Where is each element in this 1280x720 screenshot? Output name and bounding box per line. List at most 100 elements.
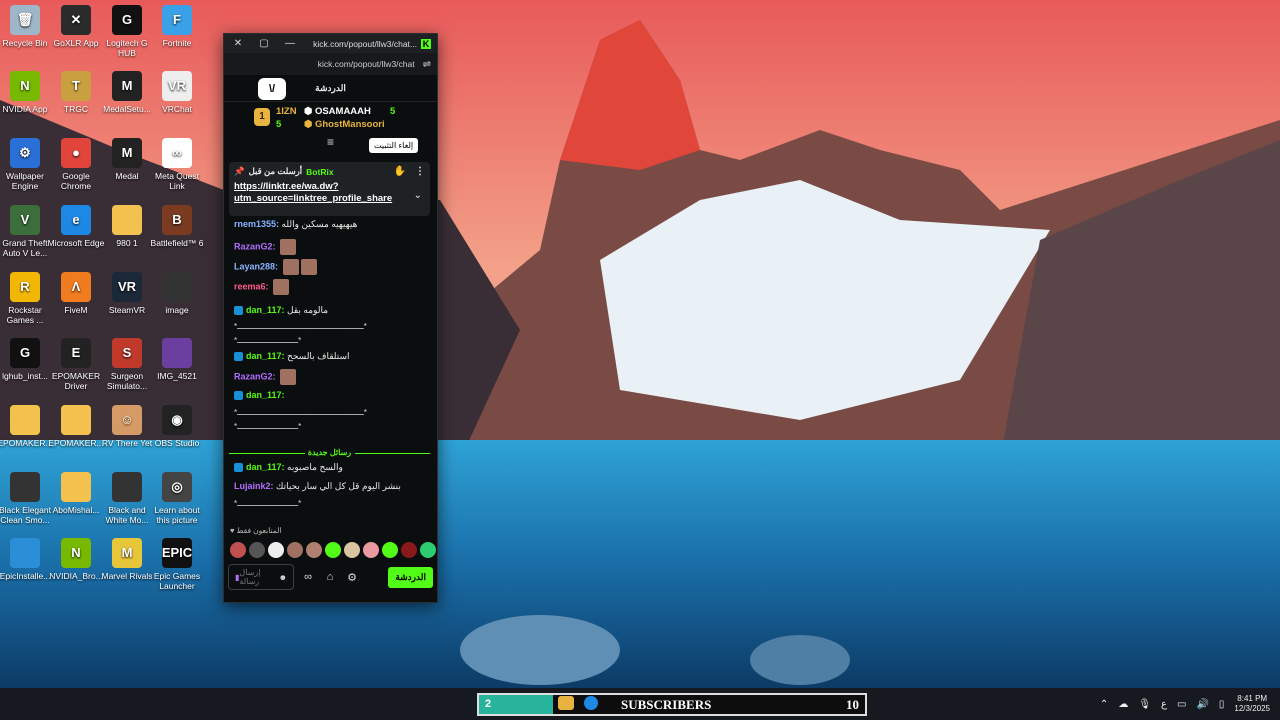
desktop-shortcut[interactable]: R Rockstar Games ... (0, 272, 54, 325)
emote[interactable] (420, 542, 436, 558)
emote-picker-icon[interactable]: ∞ (300, 571, 316, 583)
desktop-shortcut[interactable]: ⚙ Wallpaper Engine (0, 138, 54, 191)
site-settings-icon[interactable]: ⇌ (423, 59, 431, 70)
chat-username[interactable]: rnem1355: (234, 219, 279, 229)
pinned-link[interactable]: https://linktr.ee/wa.dw? utm_source=link… (234, 181, 425, 205)
chat-message: *ــــــــــــــــــــــــــ* (234, 499, 301, 508)
desktop-shortcut[interactable]: EpicInstalle... (0, 538, 54, 581)
more-options-icon[interactable]: ⋮ (415, 166, 425, 177)
chat-message: Lujaink2: بنشر اليوم قل كل الي سار بحيات… (234, 481, 401, 492)
system-tray: ⌃ ☁ 🎙 ع ▭ 🔊 ▯ 8:41 PM 12/3/2025 (1100, 688, 1270, 720)
steamvr-icon: VR (112, 272, 142, 302)
emote[interactable] (300, 259, 317, 275)
edge-icon[interactable] (584, 696, 598, 710)
chat-username[interactable]: dan_117: (246, 305, 285, 315)
emote[interactable] (280, 369, 297, 385)
fortnite-icon: F (162, 5, 192, 35)
emote[interactable] (401, 542, 417, 558)
chat-username[interactable]: reema6: (234, 281, 269, 291)
desktop-shortcut[interactable]: V Grand Theft Auto V Le... (0, 205, 54, 258)
emote[interactable] (363, 542, 379, 558)
chat-username[interactable]: Lujaink2: (234, 481, 274, 491)
desktop-shortcut[interactable]: 🗑 Recycle Bin (0, 5, 54, 48)
chat-username[interactable]: Layan288: (234, 261, 278, 271)
network-icon[interactable]: ▭ (1177, 699, 1186, 710)
desktop-shortcut[interactable]: EPOMAKER... (0, 405, 54, 448)
send-chat-button[interactable]: الدردشة (388, 566, 433, 588)
chat-username[interactable]: dan_117: (246, 462, 285, 472)
new-messages-divider: رسائل جديدة (229, 448, 430, 458)
desktop-shortcut[interactable]: B Battlefield™ 6 (148, 205, 206, 248)
volume-icon[interactable]: 🔊 (1196, 699, 1208, 710)
desktop-shortcut[interactable]: F Fortnite (148, 5, 206, 48)
emote[interactable] (268, 542, 284, 558)
emote[interactable] (273, 279, 290, 295)
gifter-count: 5 (276, 119, 282, 130)
desktop-shortcut-label: Google Chrome (60, 171, 92, 191)
language-indicator[interactable]: ع (1161, 699, 1167, 710)
chat-input[interactable]: ▮ إرسال رسالة ☻ (228, 564, 294, 590)
chat-username[interactable]: dan_117: (246, 351, 285, 361)
epic-games-icon: EPIC (162, 538, 192, 568)
cloud-icon[interactable]: ☁ (1118, 699, 1128, 710)
desktop-shortcut[interactable]: ● Google Chrome (47, 138, 105, 191)
emote[interactable] (306, 542, 322, 558)
clock[interactable]: 8:41 PM 12/3/2025 (1234, 694, 1270, 714)
close-icon[interactable]: ✕ (230, 38, 246, 49)
desktop-shortcut[interactable]: ∞ Meta Quest Link (148, 138, 206, 191)
chat-message: *ــــــــــــــــــــــــــ* (234, 422, 301, 431)
desktop-shortcut[interactable]: e Microsoft Edge (47, 205, 105, 248)
desktop-shortcut[interactable]: Glghub_inst... (0, 338, 54, 381)
chevron-down-icon[interactable]: ⌄ (414, 190, 422, 201)
desktop-shortcut[interactable]: T TRGC (47, 71, 105, 114)
desktop-shortcut[interactable]: image (148, 272, 206, 315)
desktop-shortcut-label: Learn about this picture (154, 505, 200, 525)
chat-username[interactable]: RazanG2: (234, 371, 276, 381)
pinned-user[interactable]: BotRix (306, 167, 333, 177)
chevron-up-icon[interactable]: ⌃ (1100, 699, 1108, 710)
file-explorer-icon[interactable] (558, 696, 574, 710)
gifter-count: 5 (390, 106, 396, 117)
minimize-icon[interactable]: — (282, 38, 298, 49)
emote[interactable] (282, 259, 299, 275)
chat-username[interactable]: RazanG2: (234, 241, 276, 251)
emote[interactable] (382, 542, 398, 558)
emoji-icon[interactable]: ☻ (279, 573, 287, 582)
desktop-shortcut[interactable]: Black Elegant Clean Smo... (0, 472, 54, 525)
desktop-shortcut[interactable]: Λ FiveM (47, 272, 105, 315)
gifter-name[interactable]: 1IZN (276, 106, 297, 117)
desktop-shortcut[interactable]: VR VRChat (148, 71, 206, 114)
desktop-shortcut[interactable]: AboMishal... (47, 472, 105, 515)
gifter-name[interactable]: GhostMansoori (315, 119, 385, 130)
folder-980-icon (112, 205, 142, 235)
desktop-shortcut-label: Meta Quest Link (155, 171, 199, 191)
chat-username[interactable]: dan_117: (246, 390, 285, 400)
gifter-name[interactable]: OSAMAAAH (315, 106, 371, 117)
desktop-shortcut[interactable]: E EPOMAKER Driver (47, 338, 105, 391)
emote[interactable] (249, 542, 265, 558)
desktop-shortcut[interactable]: ◉ OBS Studio (148, 405, 206, 448)
collapse-chat-icon[interactable]: \/ (258, 78, 286, 100)
desktop-shortcut[interactable]: ✕ GoXLR App (47, 5, 105, 48)
battery-icon[interactable]: ▯ (1219, 699, 1225, 710)
desktop-shortcut[interactable]: IMG_4521 (148, 338, 206, 381)
emote[interactable] (230, 542, 246, 558)
emote[interactable] (280, 239, 297, 255)
battlefield-icon: B (162, 205, 192, 235)
emote[interactable] (325, 542, 341, 558)
desktop-shortcut[interactable]: EPIC Epic Games Launcher (148, 538, 206, 591)
desktop-shortcut[interactable]: N NVIDIA_Bro... (47, 538, 105, 581)
desktop-shortcut[interactable]: ◎ Learn about this picture (148, 472, 206, 525)
desktop-shortcut[interactable]: N NVIDIA App (0, 71, 54, 114)
store-icon[interactable]: ⌂ (322, 571, 338, 583)
marvel-rivals-icon: M (112, 538, 142, 568)
emote[interactable] (287, 542, 303, 558)
microphone-icon[interactable]: 🎙 (1138, 699, 1151, 710)
vrchat-icon: VR (162, 71, 192, 101)
chat-message: RazanG2: (234, 239, 297, 255)
settings-icon[interactable]: ⚙ (344, 571, 360, 584)
unpin-icon[interactable]: ✋ (394, 166, 406, 177)
maximize-icon[interactable]: ▢ (256, 38, 272, 49)
desktop-shortcut[interactable]: EPOMAKER... (47, 405, 105, 448)
emote[interactable] (344, 542, 360, 558)
